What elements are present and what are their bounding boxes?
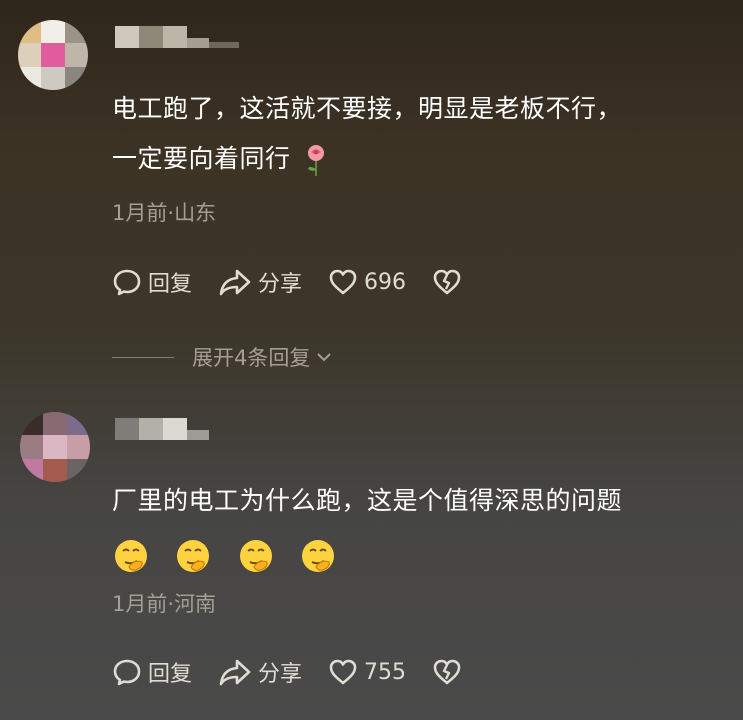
comment-text-line: 厂里的电工为什么跑，这是个值得深思的问题 [112, 486, 623, 515]
comment-location: 山东 [174, 201, 217, 225]
dislike-button[interactable] [432, 268, 468, 296]
thinking-hand-emoji [177, 540, 210, 572]
comment-actions: 回复 分享 696 [112, 266, 494, 298]
share-icon [219, 269, 251, 296]
like-count: 755 [364, 659, 407, 685]
expand-replies-label: 展开4条回复 [192, 346, 311, 370]
reply-icon [113, 269, 141, 296]
share-icon [219, 659, 251, 686]
comment-actions: 回复 分享 755 [112, 656, 494, 688]
reply-label: 回复 [148, 272, 193, 297]
like-count: 696 [364, 269, 407, 295]
comment-meta: 1月前·山东 [112, 197, 216, 227]
comment-text-line2: 一定要向着同行 [112, 144, 291, 173]
thinking-hand-emoji [115, 540, 147, 572]
avatar[interactable] [18, 20, 88, 90]
comment-text-line: 电工跑了，这活就不要接，明显是老板不行， [112, 94, 623, 123]
comment-meta: 1月前·河南 [112, 588, 216, 618]
share-button[interactable]: 分享 [218, 656, 302, 688]
heart-icon [329, 269, 357, 295]
broken-heart-icon [433, 659, 461, 685]
share-label: 分享 [258, 272, 303, 297]
share-button[interactable]: 分享 [218, 266, 302, 298]
dislike-button[interactable] [432, 658, 468, 686]
like-button[interactable]: 755 [328, 658, 406, 686]
reply-label: 回复 [148, 662, 193, 687]
like-button[interactable]: 696 [328, 268, 406, 296]
comment-text: 厂里的电工为什么跑，这是个值得深思的问题 [112, 476, 722, 580]
expand-replies-button[interactable]: 展开4条回复 [112, 342, 334, 372]
username-blurred[interactable] [115, 418, 209, 440]
comment-location: 河南 [174, 592, 217, 616]
username-blurred[interactable] [115, 26, 239, 48]
rose-icon [307, 145, 324, 176]
comment-time: 1月前 [112, 592, 168, 616]
avatar[interactable] [20, 412, 90, 482]
thinking-hand-emoji [239, 540, 272, 572]
comment-text: 电工跑了，这活就不要接，明显是老板不行， 一定要向着同行 [112, 84, 722, 184]
reply-button[interactable]: 回复 [112, 266, 192, 298]
reply-icon [113, 659, 141, 686]
thinking-hand-emoji [302, 540, 335, 572]
chevron-down-icon [317, 353, 332, 362]
comment-text-line: 一定要向着同行 [112, 134, 722, 184]
comment-time: 1月前 [112, 201, 168, 225]
broken-heart-icon [433, 269, 461, 295]
divider-line [112, 356, 174, 358]
heart-icon [329, 659, 357, 685]
reply-button[interactable]: 回复 [112, 656, 192, 688]
share-label: 分享 [258, 662, 303, 687]
comment-emojis [112, 530, 722, 580]
